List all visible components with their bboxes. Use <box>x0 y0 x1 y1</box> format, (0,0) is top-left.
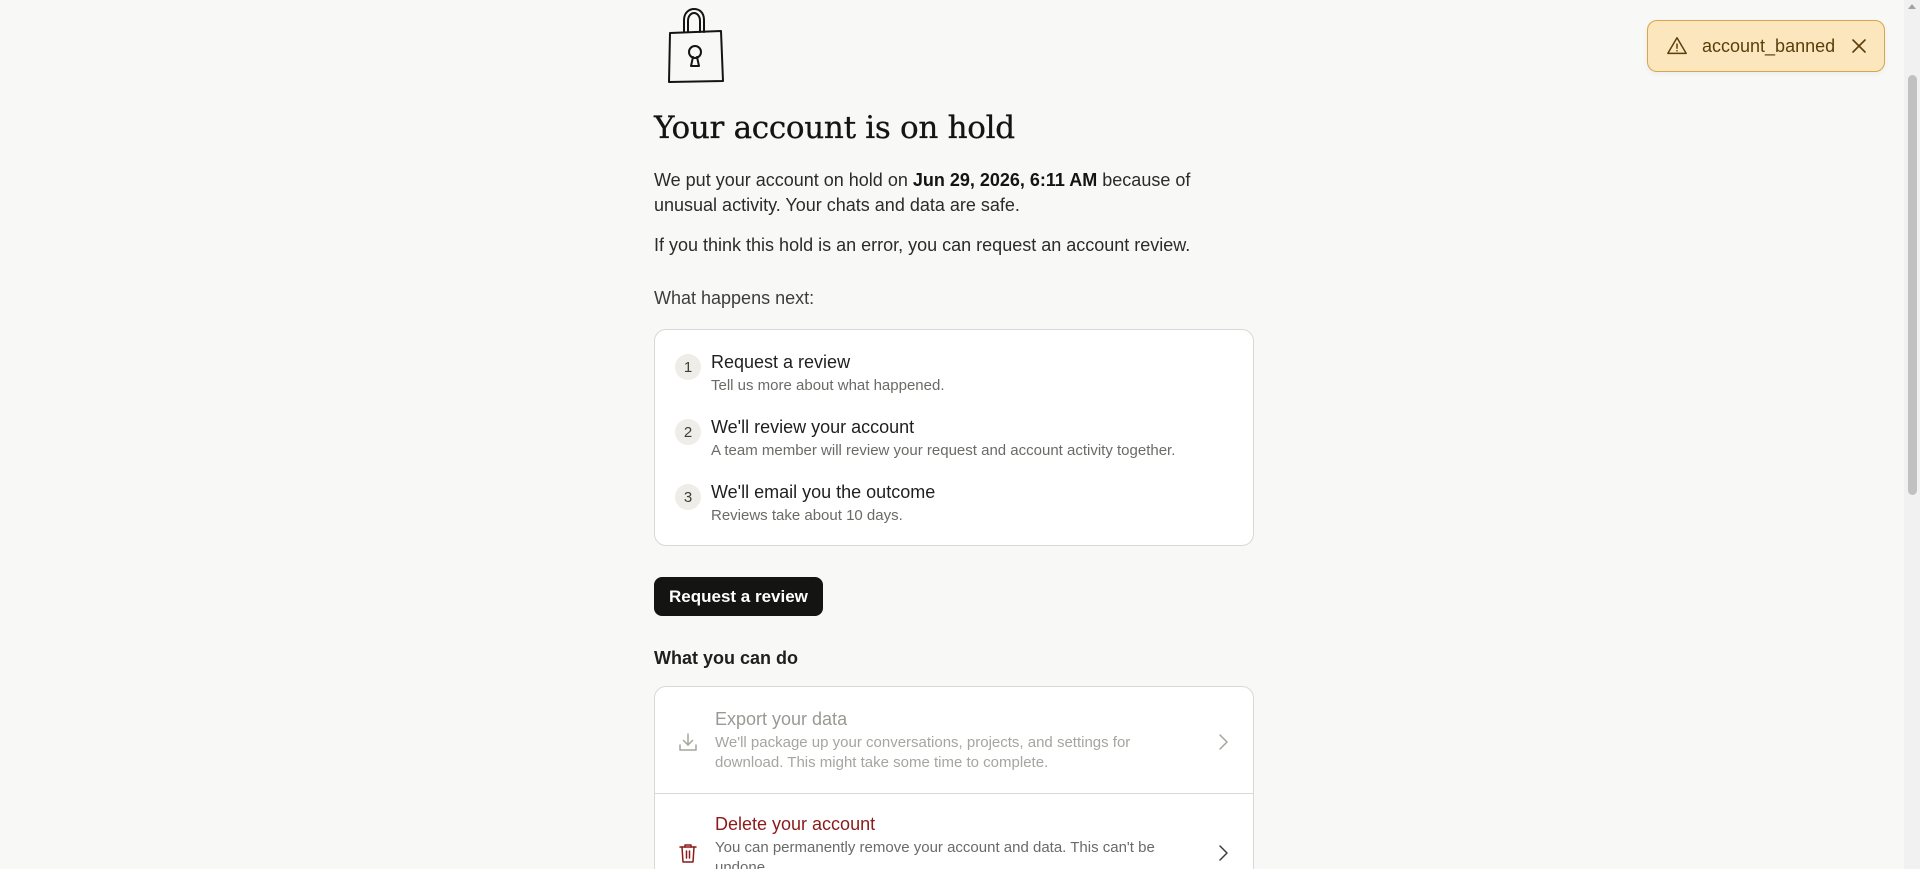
download-icon <box>677 731 699 753</box>
action-description: We'll package up your conversations, pro… <box>715 734 1131 771</box>
review-hint: If you think this hold is an error, you … <box>654 235 1191 255</box>
step-number: 3 <box>675 484 701 510</box>
next-steps-heading: What happens next: <box>654 288 815 308</box>
close-icon[interactable] <box>1850 37 1868 55</box>
trash-icon <box>677 842 699 864</box>
action-title: Delete your account <box>715 814 876 834</box>
page-title: Your account is on hold <box>654 110 1015 146</box>
step-title: Request a review <box>711 352 851 372</box>
hold-description: We put your account on hold on Jun 29, 2… <box>654 170 1191 215</box>
chevron-right-icon <box>1215 731 1231 753</box>
step-description: A team member will review your request a… <box>711 442 1176 459</box>
action-title: Export your data <box>715 709 848 729</box>
delete-account-action[interactable]: Delete your account You can permanently … <box>655 793 1253 869</box>
lock-icon <box>668 8 724 83</box>
steps-card: 1 Request a review Tell us more about wh… <box>654 329 1254 546</box>
error-toast: account_banned <box>1647 20 1885 72</box>
actions-card: Export your data We'll package up your c… <box>654 686 1254 869</box>
step-title: We'll review your account <box>711 417 915 437</box>
step-description: Tell us more about what happened. <box>711 377 945 394</box>
scrollbar[interactable] <box>1904 0 1920 869</box>
page: account_banned Your account is on hold W… <box>0 0 1920 869</box>
action-description: You can permanently remove your account … <box>715 839 1155 869</box>
export-data-action[interactable]: Export your data We'll package up your c… <box>655 687 1253 793</box>
toast-message: account_banned <box>1702 35 1836 56</box>
chevron-right-icon <box>1215 842 1231 864</box>
scroll-up-icon[interactable] <box>1908 4 1916 9</box>
request-review-button[interactable]: Request a review <box>654 577 823 616</box>
scrollbar-thumb[interactable] <box>1908 75 1917 495</box>
step-number: 1 <box>675 354 701 380</box>
step-number: 2 <box>675 419 701 445</box>
actions-heading: What you can do <box>654 648 798 668</box>
step-description: Reviews take about 10 days. <box>711 507 903 524</box>
warning-icon <box>1666 35 1688 57</box>
hold-date: Jun 29, 2026, 6:11 AM <box>912 170 1098 190</box>
step-title: We'll email you the outcome <box>711 482 936 502</box>
